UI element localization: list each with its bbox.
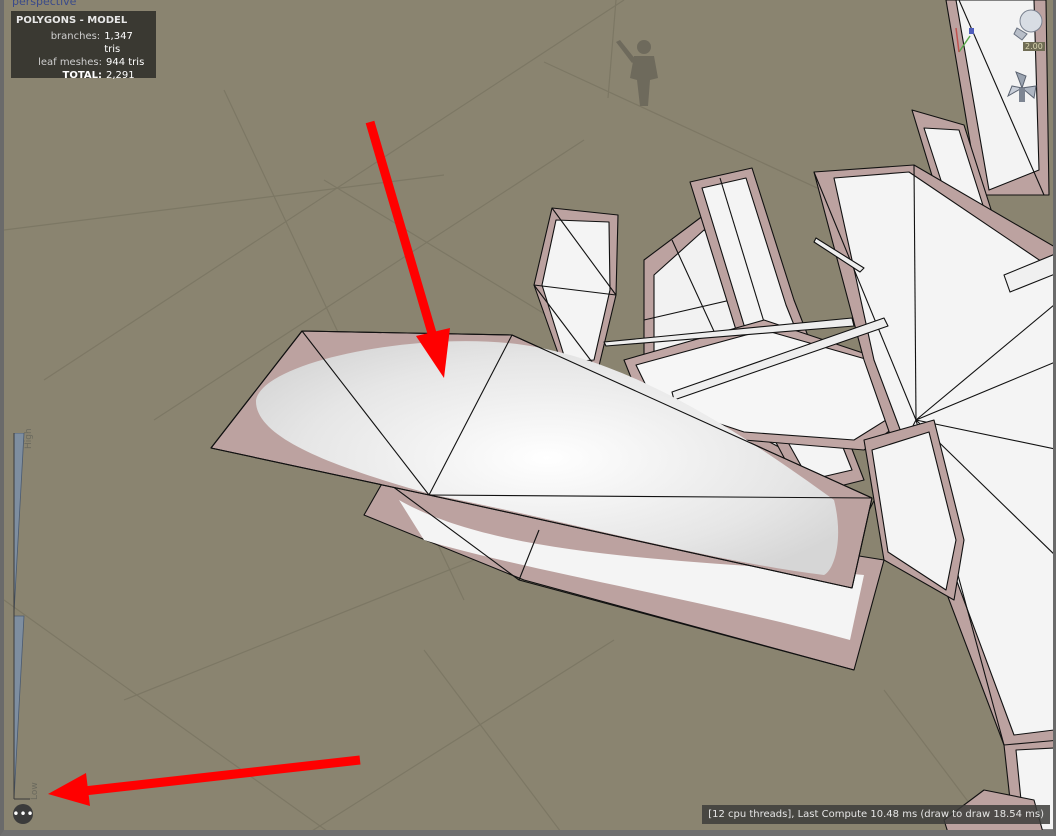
scene-render bbox=[4, 0, 1053, 830]
fan-icon[interactable] bbox=[1006, 70, 1038, 108]
stat-value: 2,291 bbox=[106, 70, 135, 81]
polygon-stats-panel: POLYGONS - MODEL branches: 1,347 tris le… bbox=[11, 11, 156, 81]
stats-title: POLYGONS - MODEL bbox=[16, 15, 128, 26]
stat-label: TOTAL: bbox=[62, 70, 102, 81]
light-intensity-value[interactable]: 2.00 bbox=[1023, 42, 1045, 51]
lod-high-label: High bbox=[24, 428, 34, 449]
stat-row-leaf-meshes: leaf meshes: 944 tris bbox=[16, 56, 151, 69]
stat-label: branches: bbox=[50, 31, 101, 42]
3d-viewport[interactable]: perspective POLYGONS - MODEL branches: 1… bbox=[0, 0, 1056, 836]
lod-low-label: Low bbox=[30, 782, 40, 800]
status-bar: [12 cpu threads], Last Compute 10.48 ms … bbox=[702, 805, 1050, 824]
stat-value: 944 tris bbox=[106, 57, 145, 68]
viewport-mode-label[interactable]: perspective bbox=[12, 0, 76, 8]
more-options-button[interactable]: ••• bbox=[12, 804, 34, 824]
lod-slider[interactable] bbox=[12, 433, 42, 801]
stat-label: leaf meshes: bbox=[38, 57, 102, 68]
stat-row-branches: branches: 1,347 tris bbox=[16, 30, 151, 56]
more-options-icon: ••• bbox=[12, 807, 34, 821]
human-scale-figure bbox=[616, 40, 658, 106]
stat-value: 1,347 tris bbox=[104, 31, 133, 55]
stat-row-total: TOTAL: 2,291 bbox=[16, 69, 151, 82]
